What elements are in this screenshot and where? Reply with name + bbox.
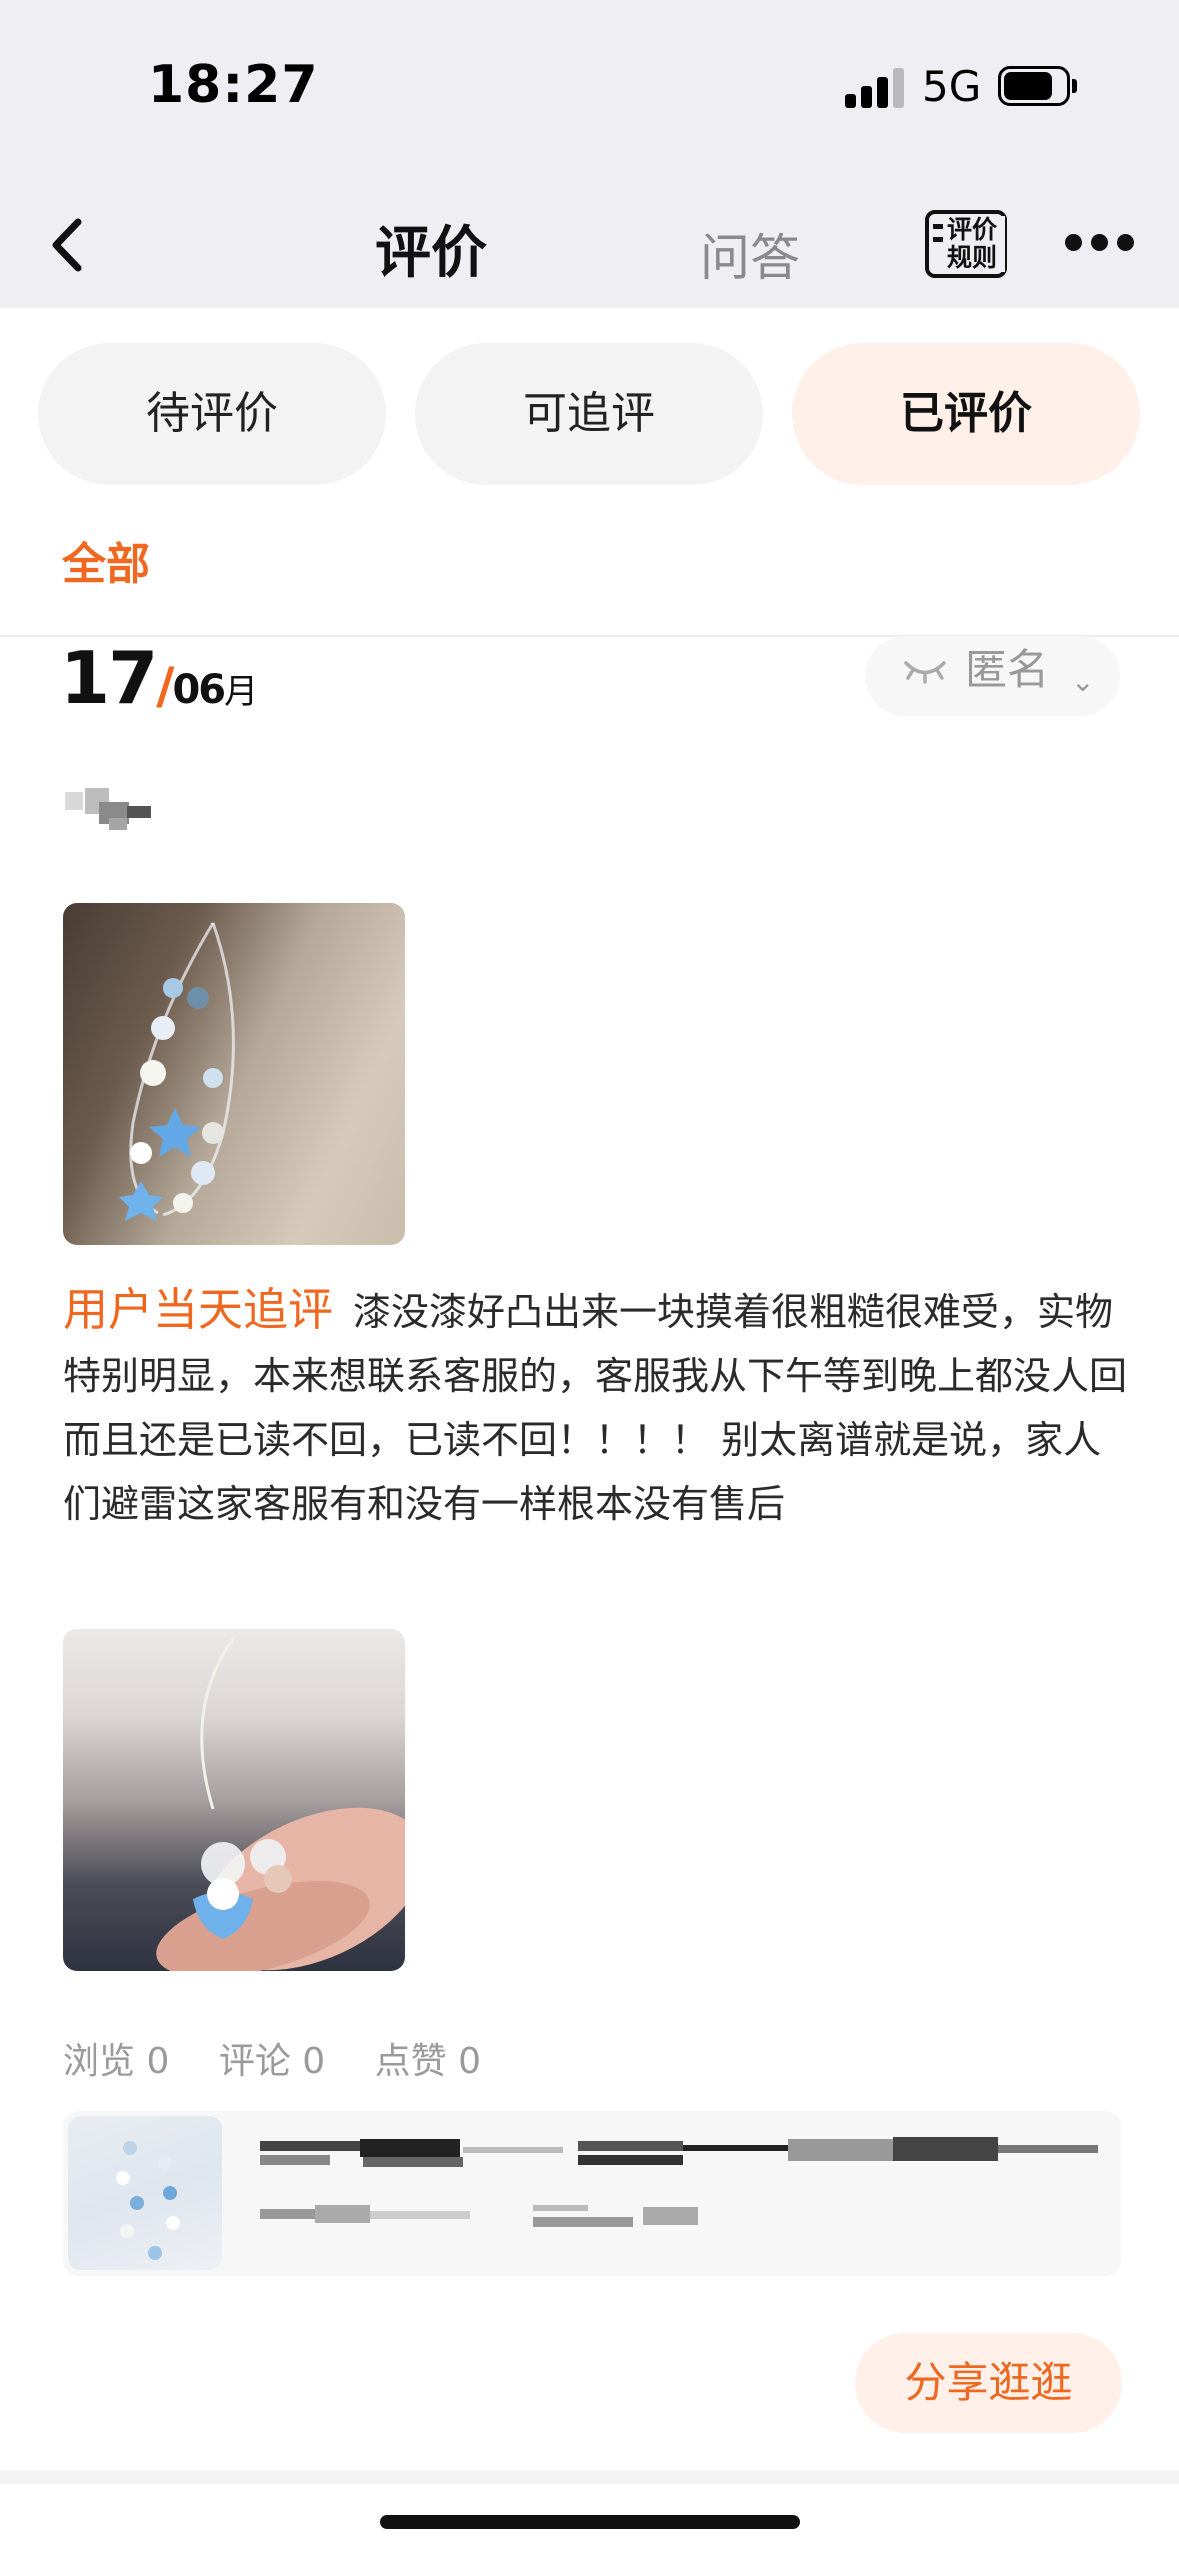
views-count: 浏览 0 xyxy=(63,2041,170,2082)
date-slash: / xyxy=(156,657,174,715)
rules-button[interactable]: 评价规则 xyxy=(925,210,1007,278)
privacy-label: 匿名 xyxy=(965,645,1050,694)
tab-reviews[interactable]: 评价 xyxy=(375,208,487,289)
rules-label: 评价规则 xyxy=(947,216,1005,272)
status-time: 18:27 xyxy=(148,55,319,115)
back-icon[interactable] xyxy=(40,210,100,280)
date-month: 06 xyxy=(172,667,226,713)
network-label: 5G xyxy=(922,62,982,111)
sub-filter-all[interactable]: 全部 xyxy=(62,528,150,592)
review-date: 17/06月 xyxy=(60,636,258,720)
rating-pixelated xyxy=(65,788,155,834)
date-day: 17 xyxy=(60,636,158,720)
review-photo[interactable] xyxy=(63,903,405,1245)
privacy-selector[interactable]: 匿名 ⌄ xyxy=(865,636,1120,716)
more-icon[interactable] xyxy=(1065,228,1135,258)
likes-count[interactable]: 点赞 0 xyxy=(375,2041,481,2082)
tab-qa[interactable]: 问答 xyxy=(700,218,800,290)
filter-tab-followup[interactable]: 可追评 xyxy=(415,343,763,485)
signal-icon xyxy=(845,66,905,108)
eye-closed-icon xyxy=(904,661,946,684)
comments-count[interactable]: 评论 0 xyxy=(219,2041,325,2082)
battery-icon xyxy=(998,66,1078,106)
filter-tab-pending[interactable]: 待评价 xyxy=(38,343,386,485)
followup-review: 用户当天追评 漆没漆好凸出来一块摸着很粗糙很难受，实物特别明显，本来想联系客服的，… xyxy=(63,1278,1128,1536)
share-button[interactable]: 分享逛逛 xyxy=(855,2333,1122,2433)
date-month-unit: 月 xyxy=(224,672,258,712)
followup-photo[interactable] xyxy=(63,1629,405,1971)
filter-tab-reviewed[interactable]: 已评价 xyxy=(792,343,1140,485)
section-gap xyxy=(0,2470,1179,2484)
review-stats: 浏览 0 评论 0 点赞 0 xyxy=(63,2032,519,2084)
chevron-down-icon: ⌄ xyxy=(1071,665,1095,698)
followup-tag: 用户当天追评 xyxy=(63,1283,334,1336)
home-indicator[interactable] xyxy=(380,2515,800,2529)
product-card[interactable] xyxy=(63,2111,1121,2276)
product-thumbnail xyxy=(68,2116,222,2270)
